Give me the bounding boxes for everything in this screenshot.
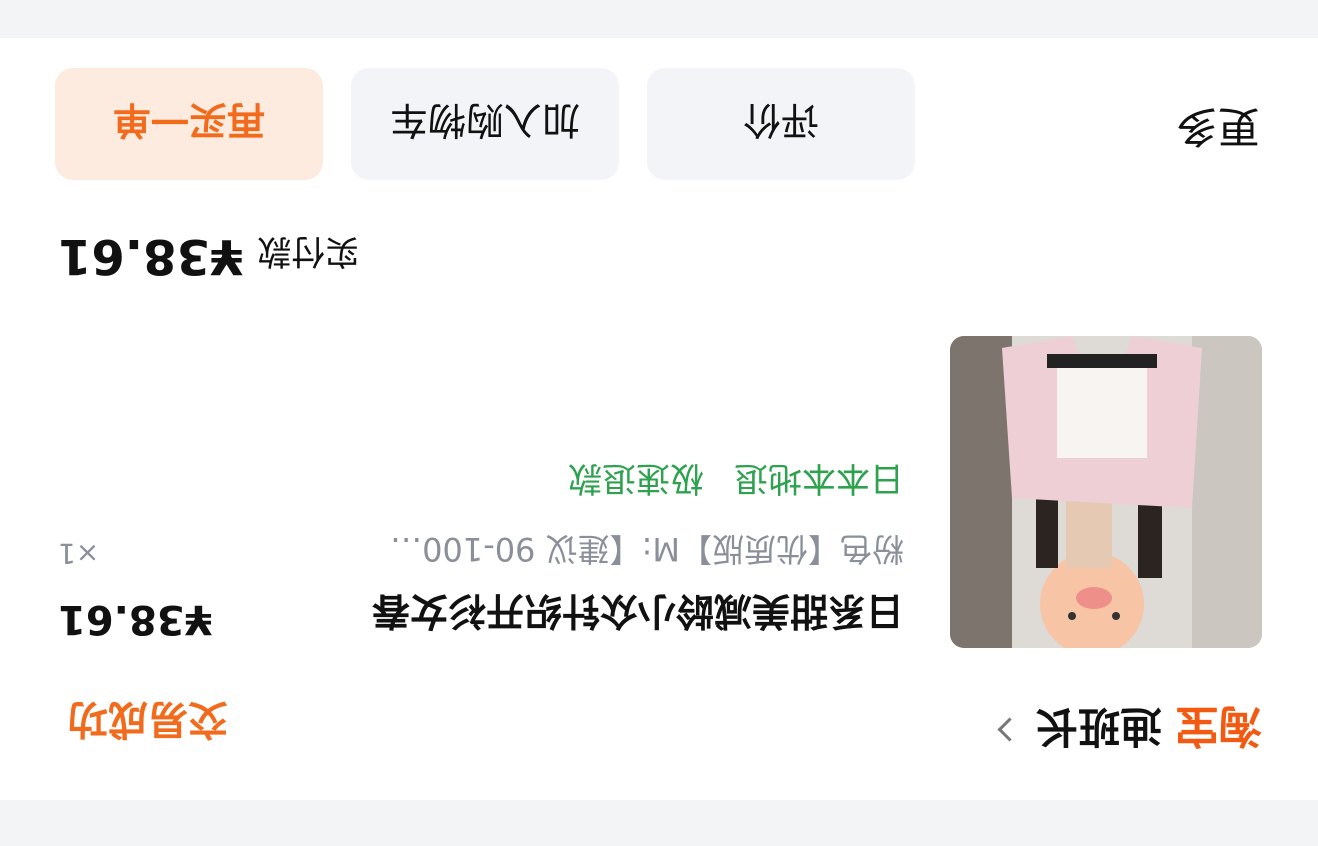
payment-amount: ¥38.61 [58, 228, 244, 284]
shop-header[interactable]: 淘宝 迪班长 [997, 700, 1262, 761]
add-to-cart-button[interactable]: 加入购物车 [351, 68, 619, 180]
product-title[interactable]: 日系甜美减龄小众针织开衫女春 [372, 587, 904, 642]
taobao-logo: 淘宝 [1176, 700, 1262, 751]
shop-name[interactable]: 迪班长 [1036, 700, 1162, 761]
product-price: ¥38.61 [58, 596, 213, 642]
more-button[interactable]: 更多 [1176, 99, 1260, 160]
product-quantity: ×1 [58, 537, 100, 570]
product-photo [950, 336, 1262, 648]
tag-fast-refund: 极速退款 [568, 458, 704, 498]
product-image[interactable] [950, 336, 1262, 648]
product-tags: 日本本地退 极速退款 [568, 457, 904, 506]
tag-local-return: 日本本地退 [734, 458, 904, 498]
rebuy-button[interactable]: 再买一单 [55, 68, 323, 180]
payment-summary: 实付款 ¥38.61 [58, 228, 359, 284]
screen: 淘宝 迪班长 交易成功 日系甜美减龄小众针织开衫女春 ¥38.61 粉色【优质版… [0, 0, 1318, 846]
order-status: 交易成功 [68, 696, 228, 742]
chevron-right-icon [997, 717, 1022, 743]
product-spec: 粉色【优质版】M:【建议 90-100… [390, 530, 904, 568]
review-button[interactable]: 评价 [647, 68, 915, 180]
payment-label: 实付款 [257, 231, 360, 271]
order-card[interactable]: 淘宝 迪班长 交易成功 日系甜美减龄小众针织开衫女春 ¥38.61 粉色【优质版… [0, 38, 1318, 800]
